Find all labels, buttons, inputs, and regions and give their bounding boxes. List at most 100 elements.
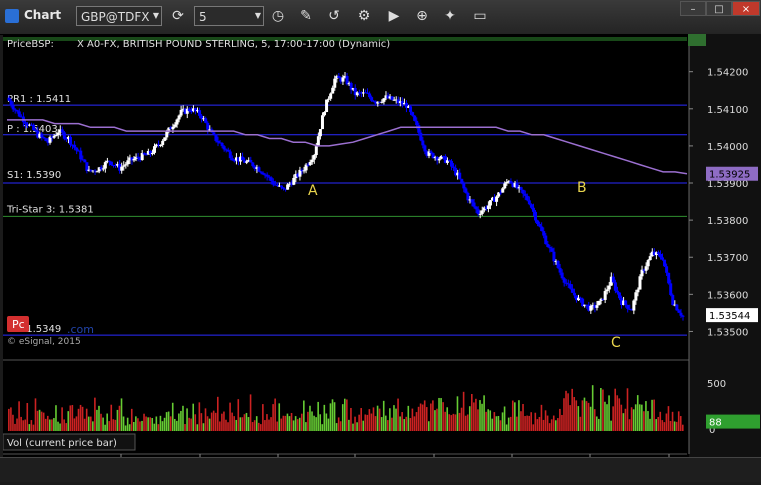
volume-bar xyxy=(75,416,78,431)
volume-bar xyxy=(214,412,217,431)
candle-body xyxy=(187,108,191,112)
volume-bar xyxy=(157,424,160,431)
symbol-dropdown-icon[interactable]: ▼ xyxy=(150,6,162,26)
candle-body xyxy=(189,111,193,113)
candle-body xyxy=(632,300,636,311)
header-overlay: PriceBSP: xyxy=(7,39,54,50)
candle-body xyxy=(136,156,140,159)
comment-icon[interactable]: ▭ xyxy=(470,6,490,26)
volume-bar xyxy=(311,411,313,431)
volume-bar xyxy=(22,420,24,431)
candle-body xyxy=(75,147,79,151)
link-icon[interactable]: ⊕ xyxy=(412,6,432,26)
volume-bar xyxy=(468,406,471,431)
volume-bar xyxy=(32,424,35,431)
title-bar: Chart GBP@TDFX ▼ ⟳ 5 ▼ ◷ ✎ ↺ ⚙ ▶ ⊕ ✦ ▭ –… xyxy=(0,0,761,35)
volume-bar xyxy=(65,423,68,431)
volume-bar xyxy=(167,411,170,431)
candle-body xyxy=(681,315,685,317)
volume-bar xyxy=(495,416,498,431)
volume-bar xyxy=(522,403,524,431)
candle-body xyxy=(179,109,183,116)
settings-icon[interactable]: ⚙ xyxy=(354,6,374,26)
close-button[interactable]: × xyxy=(732,1,760,16)
candle-body xyxy=(411,112,415,116)
volume-bar xyxy=(452,413,455,431)
candle-body xyxy=(265,174,269,177)
candle-body xyxy=(544,235,548,245)
volume-bar xyxy=(677,411,680,431)
clock-icon[interactable]: ◷ xyxy=(268,6,288,26)
candle-body xyxy=(142,153,146,155)
cursor-icon[interactable]: ↺ xyxy=(324,6,344,26)
volume-bar xyxy=(118,405,121,431)
candle-body xyxy=(521,189,525,194)
interval-dropdown-icon[interactable]: ▼ xyxy=(252,6,264,26)
tag-icon[interactable]: ✦ xyxy=(440,6,460,26)
volume-bar xyxy=(147,417,149,431)
candle-body xyxy=(175,119,179,125)
volume-bar xyxy=(487,409,489,431)
volume-bar xyxy=(671,411,674,431)
volume-bar xyxy=(409,418,412,431)
volume-bar xyxy=(577,406,580,431)
volume-bar xyxy=(593,409,596,431)
volume-bar xyxy=(458,412,461,431)
volume-bar xyxy=(434,410,436,431)
volume-bar xyxy=(587,402,590,431)
volume-bar xyxy=(319,414,322,431)
candle-body xyxy=(333,78,337,88)
candle-body xyxy=(413,115,417,121)
volume-bar xyxy=(110,404,113,431)
candle-body xyxy=(646,260,650,267)
volume-bar xyxy=(55,405,57,431)
candle-body xyxy=(269,177,273,182)
volume-bar xyxy=(321,424,324,431)
candle-body xyxy=(83,159,87,163)
volume-bar xyxy=(516,416,518,431)
volume-bar xyxy=(100,413,102,431)
volume-bar xyxy=(622,413,625,431)
candle-body xyxy=(103,162,107,169)
chart-area[interactable]: PR1 : 1.5411 P : 1.5403 S1: 1.5390 Tri-Star… xyxy=(2,34,761,481)
volume-bar xyxy=(253,420,256,431)
volume-bar xyxy=(614,388,616,431)
volume-bar xyxy=(446,407,449,431)
volume-bar xyxy=(573,397,576,431)
pencil-icon[interactable]: ✎ xyxy=(296,6,316,26)
volume-bar xyxy=(679,416,682,431)
volume-bar xyxy=(305,422,307,431)
volume-bar xyxy=(497,415,500,431)
volume-bar xyxy=(102,417,104,431)
volume-bar xyxy=(298,417,301,431)
candle-body xyxy=(286,184,290,190)
refresh-icon[interactable]: ⟳ xyxy=(168,6,188,26)
app-title: Chart xyxy=(24,8,62,22)
volume-bar xyxy=(630,407,633,431)
volume-bar xyxy=(28,424,31,431)
level-label-r1: PR1 : 1.5411 xyxy=(7,94,71,105)
volume-bar xyxy=(219,421,221,431)
candle-body xyxy=(634,292,638,301)
level-label-s1: S1: 1.5390 xyxy=(7,170,61,181)
price-tick-label: 1.53500 xyxy=(707,327,748,338)
volume-bar xyxy=(188,417,190,431)
maximize-button[interactable]: □ xyxy=(706,1,732,16)
minimize-button[interactable]: – xyxy=(680,1,706,16)
volume-bar xyxy=(333,402,336,431)
copyright-label: © eSignal, 2015 xyxy=(7,337,81,347)
volume-bar xyxy=(257,422,260,431)
volume-bar xyxy=(475,398,477,431)
candle-body xyxy=(548,246,552,249)
candle-body xyxy=(671,294,675,305)
volume-bar xyxy=(24,419,27,431)
candle-body xyxy=(450,160,454,167)
volume-bar xyxy=(524,416,526,431)
volume-bar xyxy=(30,420,33,431)
volume-bar xyxy=(178,413,180,431)
volume-bar xyxy=(14,423,16,431)
candle-body xyxy=(62,132,66,139)
play-icon[interactable]: ▶ xyxy=(384,6,404,26)
volume-bar xyxy=(466,414,469,431)
volume-bar xyxy=(444,411,446,431)
